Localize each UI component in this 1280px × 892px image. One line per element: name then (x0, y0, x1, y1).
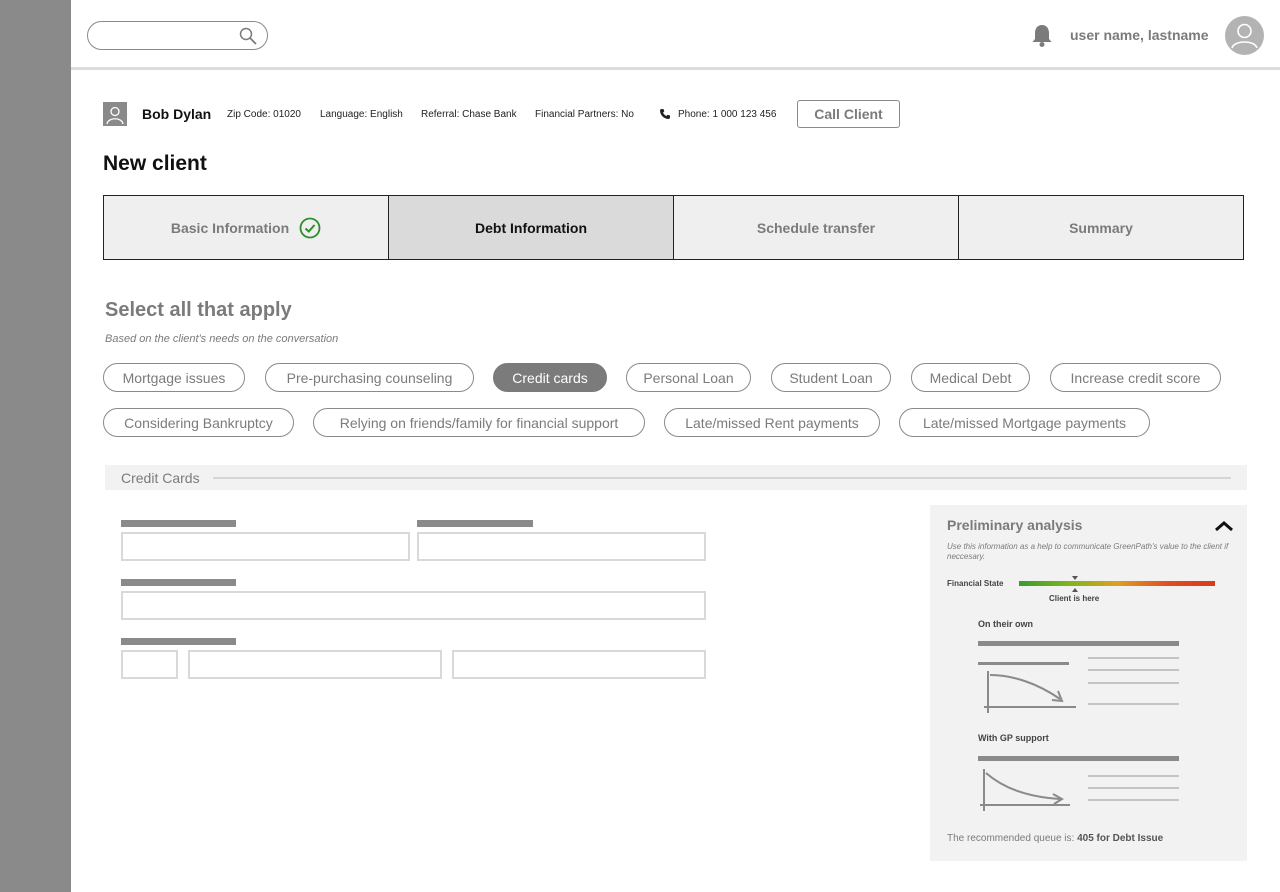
user-name[interactable]: user name, lastname (1070, 27, 1209, 43)
client-info-bar: Bob Dylan Zip Code: 01020 Language: Engl… (103, 100, 1203, 128)
option-medical-debt[interactable]: Medical Debt (911, 363, 1030, 392)
client-language: Language: English (320, 109, 403, 120)
option-mortgage-issues[interactable]: Mortgage issues (103, 363, 245, 392)
placeholder-line (1088, 682, 1179, 684)
user-avatar-icon[interactable] (1225, 16, 1264, 55)
financial-state-gauge (1019, 581, 1215, 586)
gauge-marker-bottom (1072, 588, 1078, 592)
option-late-missed-mortgage[interactable]: Late/missed Mortgage payments (899, 408, 1150, 437)
panel-description: Use this information as a help to commun… (947, 542, 1229, 561)
step-label: Summary (1069, 219, 1133, 236)
bell-icon[interactable] (1029, 22, 1055, 48)
placeholder-bar (978, 641, 1179, 646)
step-basic-information[interactable]: Basic Information (103, 195, 389, 260)
section-divider (213, 477, 1231, 479)
on-their-own-heading: On their own (978, 619, 1033, 629)
placeholder-line (1088, 799, 1179, 801)
form-input[interactable] (121, 591, 706, 620)
option-increase-credit-score[interactable]: Increase credit score (1050, 363, 1221, 392)
queue-prefix: The recommended queue is: (947, 833, 1078, 844)
step-schedule-transfer[interactable]: Schedule transfer (673, 195, 959, 260)
client-financial-partners: Financial Partners: No (535, 109, 634, 120)
call-client-button[interactable]: Call Client (797, 100, 900, 128)
select-subtitle: Based on the client's needs on the conve… (105, 333, 339, 345)
option-late-missed-rent[interactable]: Late/missed Rent payments (664, 408, 880, 437)
field-label-placeholder (121, 520, 236, 527)
gauge-marker-top (1072, 576, 1078, 580)
search-icon[interactable] (239, 27, 257, 45)
placeholder-line (1088, 703, 1179, 705)
client-name: Bob Dylan (142, 106, 212, 122)
placeholder-line (1088, 657, 1179, 659)
option-credit-cards[interactable]: Credit cards (493, 363, 607, 392)
panel-title: Preliminary analysis (947, 517, 1083, 533)
placeholder-bar (978, 756, 1179, 761)
placeholder-bar (978, 662, 1069, 665)
chevron-up-icon[interactable] (1213, 519, 1235, 533)
client-zip: Zip Code: 01020 (227, 109, 301, 120)
recommended-queue: The recommended queue is: 405 for Debt I… (947, 833, 1163, 844)
field-label-placeholder (121, 638, 236, 645)
with-gp-support-heading: With GP support (978, 733, 1049, 743)
placeholder-line (1088, 669, 1179, 671)
option-student-loan[interactable]: Student Loan (771, 363, 891, 392)
phone-icon (660, 109, 670, 119)
step-label: Basic Information (170, 219, 290, 236)
step-label: Schedule transfer (756, 219, 876, 236)
left-rail (0, 0, 71, 892)
step-summary[interactable]: Summary (958, 195, 1244, 260)
queue-value: 405 for Debt Issue (1077, 833, 1164, 844)
client-phone: Phone: 1 000 123 456 (678, 109, 777, 120)
stepper: Basic Information Debt Information Sched… (103, 195, 1244, 260)
form-input[interactable] (121, 650, 178, 679)
placeholder-line (1088, 787, 1179, 789)
preliminary-analysis-panel: Preliminary analysis Use this informatio… (930, 505, 1247, 861)
decline-chart-icon (980, 769, 1070, 811)
search-input[interactable] (87, 21, 268, 50)
decline-chart-icon (984, 671, 1076, 713)
form-input[interactable] (188, 650, 442, 679)
option-considering-bankruptcy[interactable]: Considering Bankruptcy (103, 408, 294, 437)
placeholder-line (1088, 775, 1179, 777)
field-label-placeholder (121, 579, 236, 586)
step-debt-information[interactable]: Debt Information (388, 195, 674, 260)
form-input[interactable] (417, 532, 706, 561)
section-label: Credit Cards (121, 470, 200, 486)
field-label-placeholder (417, 520, 533, 527)
form-input[interactable] (452, 650, 706, 679)
form-input[interactable] (121, 532, 410, 561)
step-label: Debt Information (475, 219, 587, 236)
page-title: New client (103, 152, 207, 175)
client-referral: Referral: Chase Bank (421, 109, 517, 120)
select-title: Select all that apply (105, 299, 292, 321)
top-bar: user name, lastname (71, 0, 1280, 70)
financial-state-label: Financial State (947, 579, 1004, 588)
client-avatar-icon (103, 102, 127, 126)
option-pre-purchasing-counseling[interactable]: Pre-purchasing counseling (265, 363, 474, 392)
check-circle-icon (299, 217, 321, 238)
option-personal-loan[interactable]: Personal Loan (626, 363, 751, 392)
client-is-here-label: Client is here (1049, 594, 1100, 603)
credit-cards-section-header: Credit Cards (105, 465, 1247, 490)
option-relying-on-friends-family[interactable]: Relying on friends/family for financial … (313, 408, 645, 437)
